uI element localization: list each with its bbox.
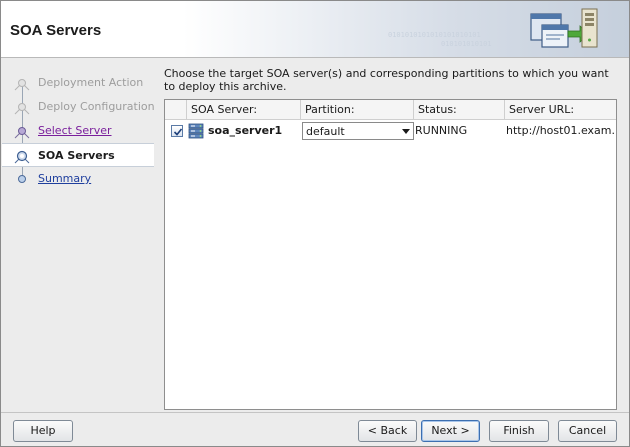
train-step-soa-servers: SOA Servers [2, 143, 154, 167]
server-status: RUNNING [415, 124, 468, 137]
finish-button[interactable]: Finish [489, 420, 549, 442]
column-header-partition[interactable]: Partition: [301, 100, 414, 120]
table-row[interactable]: soa_server1 default RUNNING http://host0… [165, 120, 616, 142]
train-step-label: Deploy Configuration [38, 100, 155, 113]
table-header: SOA Server: Partition: Status: Server UR… [165, 100, 616, 120]
train-step-deploy-configuration: Deploy Configuration [2, 95, 155, 119]
wizard-dialog: 0101010101010101010101 010101010101 SOA … [0, 0, 630, 447]
binary-decoration-2: 010101010101 [441, 40, 492, 48]
train-step-label: Deployment Action [38, 76, 144, 89]
footer-divider [1, 412, 629, 413]
select-server-link[interactable]: Select Server [38, 124, 112, 137]
wizard-header-icon [530, 8, 598, 48]
train-step-deployment-action: Deployment Action [2, 71, 154, 95]
server-select-checkbox[interactable] [171, 125, 183, 137]
wizard-header: 0101010101010101010101 010101010101 SOA … [1, 1, 629, 58]
main-panel: Choose the target SOA server(s) and corr… [159, 59, 627, 411]
server-name: soa_server1 [208, 124, 283, 137]
train-stop-current-icon [14, 150, 30, 164]
instructions-text: Choose the target SOA server(s) and corr… [164, 67, 609, 93]
cancel-button[interactable]: Cancel [558, 420, 617, 442]
binary-decoration: 0101010101010101010101 [388, 31, 481, 39]
train-step-select-server[interactable]: Select Server [2, 119, 154, 143]
summary-link[interactable]: Summary [38, 172, 91, 185]
help-button[interactable]: Help [13, 420, 73, 442]
wizard-train-nav: Deployment Action Deploy Configuration S… [2, 59, 155, 411]
partition-select-value: default [306, 125, 345, 138]
train-step-summary[interactable]: Summary [2, 167, 154, 191]
train-stop-icon [18, 175, 26, 183]
column-header-status[interactable]: Status: [414, 100, 505, 120]
next-button[interactable]: Next > [421, 420, 480, 442]
soa-servers-table: SOA Server: Partition: Status: Server UR… [164, 99, 617, 410]
train-stop-disabled-icon [14, 103, 30, 115]
train-stop-disabled-icon [14, 79, 30, 91]
checkbox-column-header [165, 100, 187, 120]
partition-select[interactable]: default [302, 122, 414, 140]
column-header-server-url[interactable]: Server URL: [505, 100, 616, 120]
checkbox-check-icon [173, 128, 183, 136]
dropdown-arrow-icon[interactable] [402, 129, 410, 134]
train-stop-visited-icon [14, 127, 30, 139]
column-header-soa-server[interactable]: SOA Server: [187, 100, 301, 120]
back-button[interactable]: < Back [358, 420, 417, 442]
server-url: http://host01.exam... [506, 124, 616, 137]
train-step-label: SOA Servers [38, 149, 115, 162]
soa-server-icon [188, 123, 204, 139]
page-title: SOA Servers [10, 22, 102, 39]
